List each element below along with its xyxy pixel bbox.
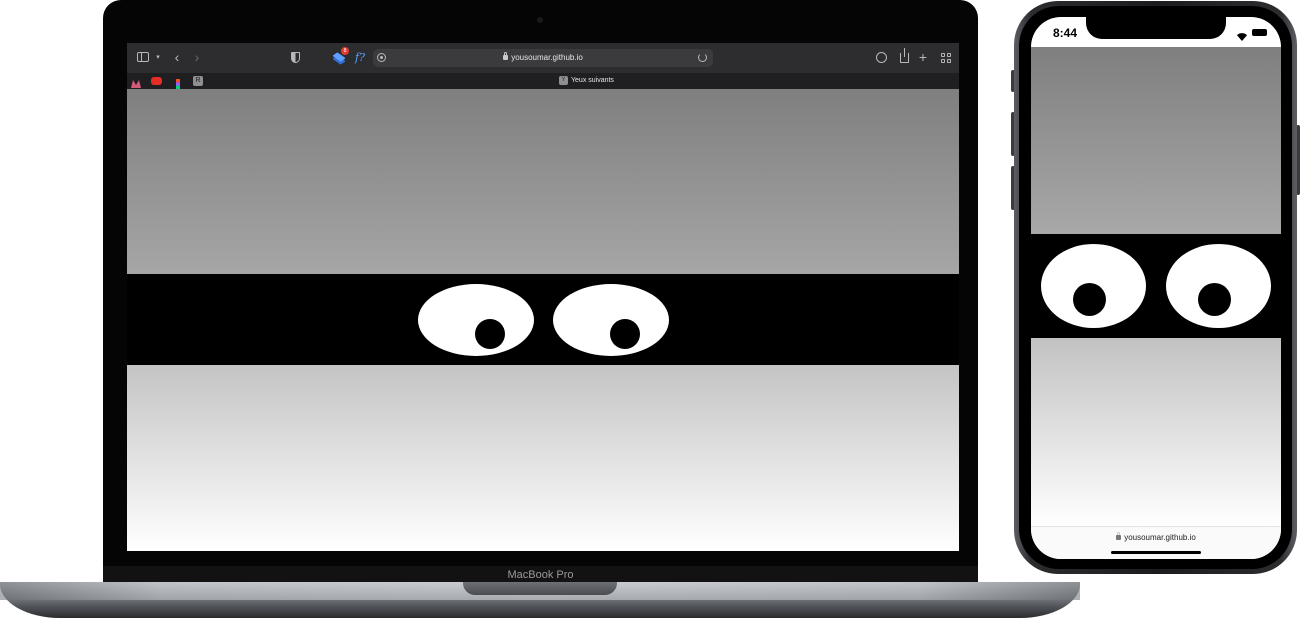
phone-right-eye — [1166, 244, 1271, 328]
page-top-gradient — [127, 89, 959, 274]
phone-left-pupil — [1073, 283, 1106, 316]
figma-icon[interactable] — [173, 76, 183, 89]
tab-title[interactable]: Yeux suivants — [571, 73, 614, 89]
back-button[interactable]: ‹ — [171, 49, 183, 65]
page-bottom-gradient — [127, 365, 959, 551]
wifi-icon — [1237, 28, 1247, 41]
address-bar[interactable]: yousoumar.github.io — [373, 49, 713, 67]
url-text: yousoumar.github.io — [511, 53, 583, 62]
eyes-band — [127, 274, 959, 365]
right-eye — [553, 284, 669, 356]
youtube-icon[interactable] — [151, 77, 162, 85]
address-bar-url: yousoumar.github.io — [373, 49, 713, 67]
phone-address-bar[interactable]: yousoumar.github.io — [1031, 526, 1281, 559]
forward-button[interactable]: › — [191, 49, 203, 65]
phone-right-pupil — [1198, 283, 1231, 316]
share-icon[interactable] — [900, 48, 909, 63]
right-pupil — [610, 319, 640, 349]
phone-url-text: yousoumar.github.io — [1124, 533, 1196, 542]
laptop-brand-label: MacBook Pro — [507, 569, 574, 581]
browser-toolbar: ▾ ‹ › 8 f? yousoumar.github.io + — [127, 43, 959, 73]
downloads-icon[interactable] — [876, 52, 887, 63]
left-pupil — [475, 319, 505, 349]
phone-address-bar-url: yousoumar.github.io — [1031, 532, 1281, 542]
sidebar-toggle-icon[interactable] — [137, 52, 149, 62]
home-indicator[interactable] — [1111, 551, 1201, 554]
phone-notch — [1086, 17, 1226, 39]
fx-extension-icon[interactable]: f? — [355, 51, 365, 64]
left-eye — [418, 284, 534, 356]
tab-bar: R Y Yeux suivants — [127, 73, 959, 89]
battery-icon — [1252, 29, 1267, 36]
reload-icon[interactable] — [698, 53, 707, 62]
status-bar-time: 8:44 — [1053, 26, 1078, 40]
tab-favicon: Y — [559, 76, 568, 85]
phone-page-bottom-gradient — [1031, 338, 1281, 526]
phone-lock-icon — [1116, 532, 1122, 540]
chevron-down-icon[interactable]: ▾ — [154, 50, 162, 66]
favorite-1-icon[interactable] — [131, 76, 141, 88]
phone-page-top-gradient — [1031, 47, 1281, 234]
new-tab-button[interactable]: + — [917, 49, 929, 65]
camera-icon — [537, 17, 543, 23]
extension-badge: 8 — [341, 47, 349, 55]
phone-eyes-band — [1031, 234, 1281, 338]
favorite-r-icon[interactable]: R — [193, 76, 203, 86]
laptop-screen: ▾ ‹ › 8 f? yousoumar.github.io + R Y Yeu… — [127, 43, 959, 551]
lock-icon — [503, 52, 509, 60]
phone-screen: 8:44 yousoumar.github.io — [1031, 17, 1281, 559]
privacy-shield-icon[interactable] — [291, 52, 300, 63]
laptop-opening-notch — [463, 582, 617, 595]
phone-left-eye — [1041, 244, 1146, 328]
tab-overview-icon[interactable] — [941, 53, 951, 63]
